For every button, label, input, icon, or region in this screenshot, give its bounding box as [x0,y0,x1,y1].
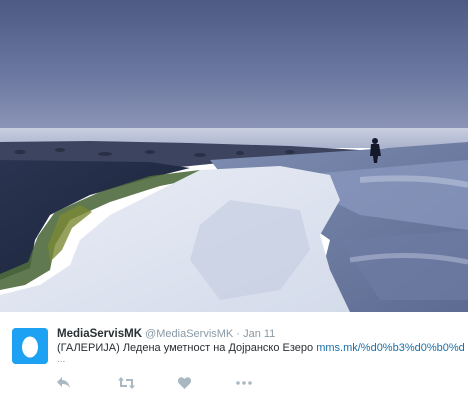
tweet-text: (ГАЛЕРИЈА) Ледена уметност на Дојранско … [57,342,465,355]
more-icon [236,381,252,385]
tweet-link[interactable]: mms.mk/%d0%b3%d0%b0%d [316,342,465,354]
tweet-photo[interactable] [0,0,468,312]
avatar[interactable] [12,328,48,364]
text-ellipsis: ... [57,354,66,365]
tweet-date[interactable]: Jan 11 [243,328,275,340]
retweet-icon [118,377,135,389]
egg-avatar-icon [12,328,48,364]
reply-icon [57,377,70,388]
tweet-body: MediaServisMK @MediaServisMK · Jan 11 (Г… [0,312,468,404]
tweet-text-content: (ГАЛЕРИЈА) Ледена уметност на Дојранско … [57,342,317,354]
retweet-button[interactable] [118,375,136,391]
display-name[interactable]: MediaServisMK [57,328,142,340]
separator-dot: · [236,328,241,340]
tweet-card: MediaServisMK @MediaServisMK · Jan 11 (Г… [0,0,468,404]
more-button[interactable] [236,375,254,391]
user-handle[interactable]: @MediaServisMK [145,328,233,340]
reply-button[interactable] [57,375,75,391]
like-button[interactable] [178,375,196,391]
tweet-actions [57,375,277,391]
tweet-header: MediaServisMK @MediaServisMK · Jan 11 [57,327,275,341]
heart-icon [178,377,191,389]
